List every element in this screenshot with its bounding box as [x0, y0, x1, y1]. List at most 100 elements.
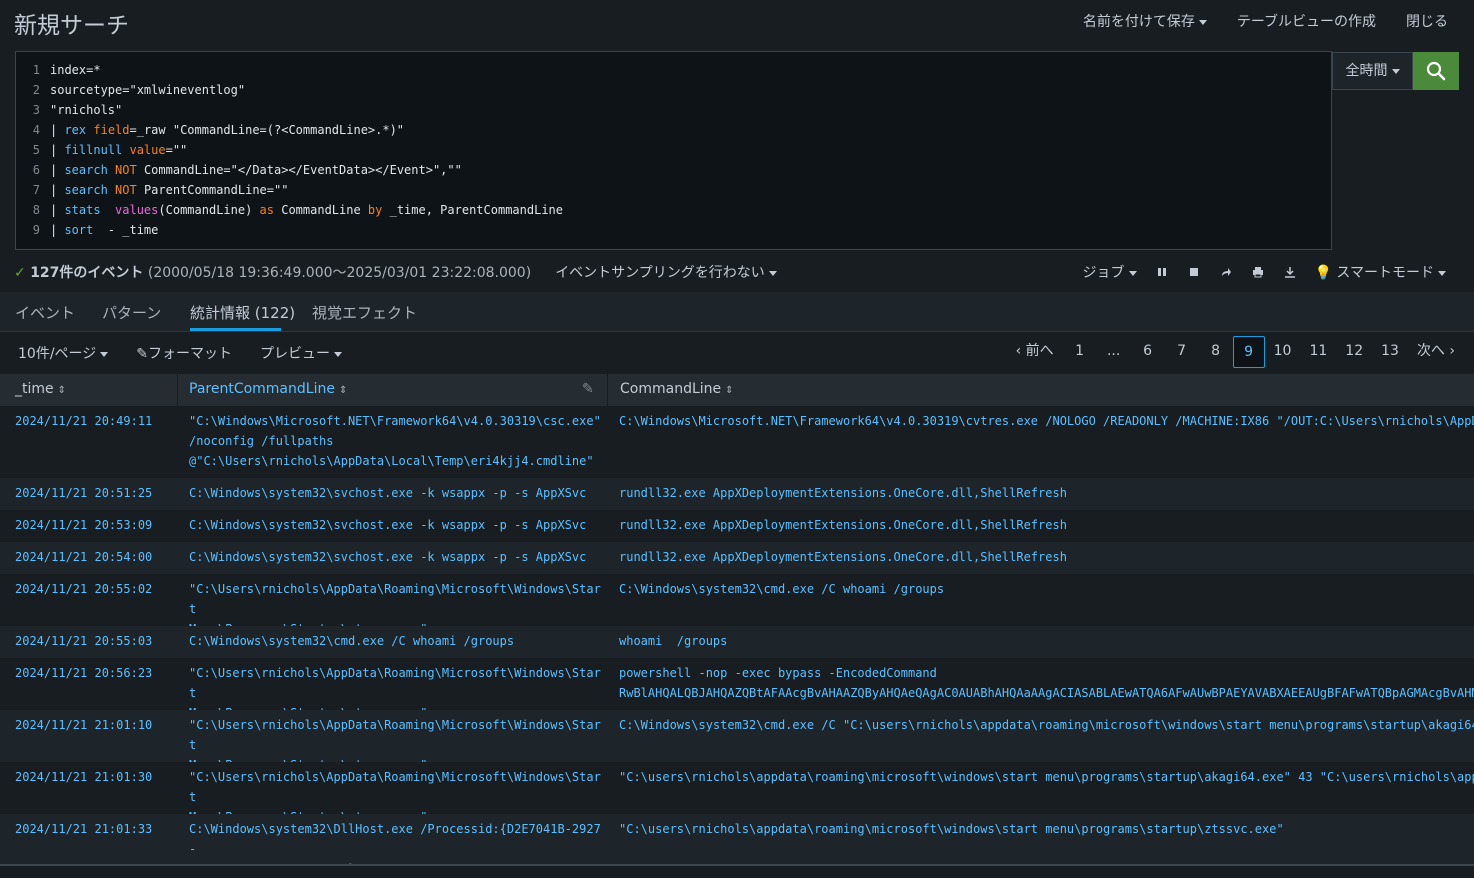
stop-icon[interactable] — [1187, 265, 1201, 279]
column-header-parent-command-line[interactable]: ParentCommandLine ⇕ — [189, 381, 347, 397]
parent-command-line-cell[interactable]: "C:\Windows\Microsoft.NET\Framework64\v4… — [189, 411, 605, 471]
job-controls: ジョブ 💡 スマートモード — [1083, 262, 1446, 282]
code-text: sourcetype="xmlwineventlog" — [50, 83, 246, 97]
save-as-menu[interactable]: 名前を付けて保存 — [1083, 11, 1207, 31]
prev-page-button[interactable]: ‹ 前へ — [1007, 336, 1063, 368]
active-tab-indicator — [190, 328, 281, 331]
tab-visualization[interactable]: 視覚エフェクト — [312, 302, 417, 323]
search-query-editor[interactable]: 1 index=* 2 sourcetype="xmlwineventlog" 3 "… — [15, 51, 1332, 250]
time-cell[interactable]: 2024/11/21 20:56:23 — [15, 663, 175, 683]
command-line-cell[interactable]: C:\Windows\Microsoft.NET\Framework64\v4.… — [619, 411, 1474, 431]
job-menu[interactable]: ジョブ — [1083, 262, 1137, 282]
caret-down-icon — [768, 270, 777, 276]
time-cell[interactable]: 2024/11/21 20:55:02 — [15, 579, 175, 599]
chevron-left-icon: ‹ — [1015, 343, 1022, 359]
search-mode-menu[interactable]: 💡 スマートモード — [1315, 262, 1446, 282]
time-cell[interactable]: 2024/11/21 20:51:25 — [15, 483, 175, 503]
results-options: 10件/ページ ✎フォーマット プレビュー — [18, 343, 342, 363]
table-row: 2024/11/21 20:49:11 "C:\Windows\Microsof… — [0, 406, 1474, 472]
command-line-cell[interactable]: whoami /groups — [619, 631, 1474, 651]
per-page-menu[interactable]: 10件/ページ — [18, 343, 109, 363]
column-label: _time — [15, 381, 54, 397]
command-line-cell[interactable]: rundll32.exe AppXDeploymentExtensions.On… — [619, 547, 1474, 567]
save-as-label: 名前を付けて保存 — [1082, 14, 1195, 30]
caret-down-icon — [1198, 19, 1207, 25]
time-cell[interactable]: 2024/11/21 21:01:30 — [15, 767, 175, 787]
pagination: ‹ 前へ 1 ... 6 7 8 9 10 11 12 13 次へ › — [1007, 336, 1464, 368]
page-link[interactable]: 7 — [1165, 336, 1199, 368]
code-text: | stats values(CommandLine) as CommandLi… — [50, 203, 563, 217]
tab-statistics[interactable]: 統計情報 (122) — [190, 302, 295, 323]
create-table-view-button[interactable]: テーブルビューの作成 — [1237, 11, 1376, 31]
share-icon[interactable] — [1219, 265, 1233, 279]
parent-command-line-cell[interactable]: C:\Windows\system32\svchost.exe -k wsapp… — [189, 483, 605, 503]
page-link[interactable]: 12 — [1336, 336, 1372, 368]
command-line-cell[interactable]: "C:\users\rnichols\appdata\roaming\micro… — [619, 819, 1474, 839]
time-cell[interactable]: 2024/11/21 20:55:03 — [15, 631, 175, 651]
caret-down-icon — [1438, 270, 1446, 276]
preview-label: プレビュー — [260, 346, 330, 362]
page-link[interactable]: 1 — [1063, 336, 1097, 368]
chevron-right-icon: › — [1449, 343, 1455, 359]
tab-events[interactable]: イベント — [15, 302, 75, 323]
code-text: index=* — [50, 63, 101, 77]
print-icon[interactable] — [1251, 265, 1265, 279]
time-range-text: (2000/05/18 19:36:49.000〜2025/03/01 23:2… — [147, 265, 532, 281]
line-number: 5 — [32, 143, 40, 157]
page-link[interactable]: 6 — [1131, 336, 1165, 368]
search-icon — [1426, 61, 1446, 81]
table-row: 2024/11/21 20:51:25 C:\Windows\system32\… — [0, 478, 1474, 510]
event-sampling-menu[interactable]: イベントサンプリングを行わない — [555, 262, 777, 282]
header-actions: 名前を付けて保存 テーブルビューの作成 閉じる — [1083, 11, 1448, 31]
prev-page-label: 前へ — [1025, 343, 1054, 359]
time-range-picker[interactable]: 全時間 — [1332, 52, 1413, 90]
pause-icon[interactable] — [1155, 265, 1169, 279]
current-page[interactable]: 9 — [1232, 336, 1265, 368]
per-page-label: 10件/ページ — [18, 346, 97, 362]
command-line-cell[interactable]: "C:\users\rnichols\appdata\roaming\micro… — [619, 767, 1474, 787]
line-number: 6 — [32, 163, 40, 177]
page-title: 新規サーチ — [14, 13, 129, 39]
page-link[interactable]: 11 — [1300, 336, 1336, 368]
parent-command-line-cell[interactable]: C:\Windows\system32\cmd.exe /C whoami /g… — [189, 631, 605, 651]
table-row: 2024/11/21 20:56:23 "C:\Users\rnichols\A… — [0, 658, 1474, 720]
page-link[interactable]: 10 — [1265, 336, 1301, 368]
parent-command-line-cell[interactable]: C:\Windows\system32\svchost.exe -k wsapp… — [189, 547, 605, 567]
code-line: 2 sourcetype="xmlwineventlog" — [16, 80, 245, 100]
results-toolbar: 10件/ページ ✎フォーマット プレビュー ‹ 前へ 1 ... 6 7 8 9… — [0, 332, 1474, 374]
format-menu[interactable]: ✎フォーマット — [136, 343, 232, 363]
line-number: 8 — [32, 203, 40, 217]
column-header-command-line[interactable]: CommandLine ⇕ — [620, 381, 734, 397]
code-text: | sort - _time — [50, 223, 159, 237]
time-cell[interactable]: 2024/11/21 21:01:10 — [15, 715, 175, 735]
time-cell[interactable]: 2024/11/21 20:53:09 — [15, 515, 175, 535]
page-ellipsis: ... — [1106, 343, 1121, 359]
time-cell[interactable]: 2024/11/21 20:54:00 — [15, 547, 175, 567]
command-line-cell[interactable]: rundll32.exe AppXDeploymentExtensions.On… — [619, 515, 1474, 535]
export-icon[interactable] — [1283, 265, 1297, 279]
table-row: 2024/11/21 21:01:30 "C:\Users\rnichols\A… — [0, 762, 1474, 824]
command-line-cell[interactable]: C:\Windows\system32\cmd.exe /C whoami /g… — [619, 579, 1474, 599]
line-number: 7 — [32, 183, 40, 197]
edit-column-icon[interactable]: ✎ — [582, 381, 594, 397]
results-tabs: イベント パターン 統計情報 (122) 視覚エフェクト — [0, 292, 1474, 332]
caret-down-icon — [334, 351, 342, 357]
tab-patterns[interactable]: パターン — [102, 302, 161, 323]
preview-menu[interactable]: プレビュー — [260, 343, 342, 363]
time-cell[interactable]: 2024/11/21 20:49:11 — [15, 411, 175, 431]
page-link[interactable]: 13 — [1372, 336, 1408, 368]
search-button[interactable] — [1413, 52, 1459, 90]
next-page-button[interactable]: 次へ › — [1408, 336, 1464, 368]
parent-command-line-cell[interactable]: C:\Windows\system32\DllHost.exe /Process… — [189, 819, 605, 864]
check-icon: ✓ — [14, 265, 26, 281]
pencil-icon: ✎ — [136, 346, 148, 362]
page-link[interactable]: 8 — [1199, 336, 1233, 368]
command-line-cell[interactable]: rundll32.exe AppXDeploymentExtensions.On… — [619, 483, 1474, 503]
parent-command-line-cell[interactable]: C:\Windows\system32\svchost.exe -k wsapp… — [189, 515, 605, 535]
time-cell[interactable]: 2024/11/21 21:01:33 — [15, 819, 175, 839]
line-number: 3 — [32, 103, 40, 117]
close-button[interactable]: 閉じる — [1406, 11, 1448, 31]
command-line-cell[interactable]: C:\Windows\system32\cmd.exe /C "C:\users… — [619, 715, 1474, 735]
column-header-time[interactable]: _time ⇕ — [15, 381, 66, 397]
command-line-cell[interactable]: powershell -nop -exec bypass -EncodedCom… — [619, 663, 1474, 703]
